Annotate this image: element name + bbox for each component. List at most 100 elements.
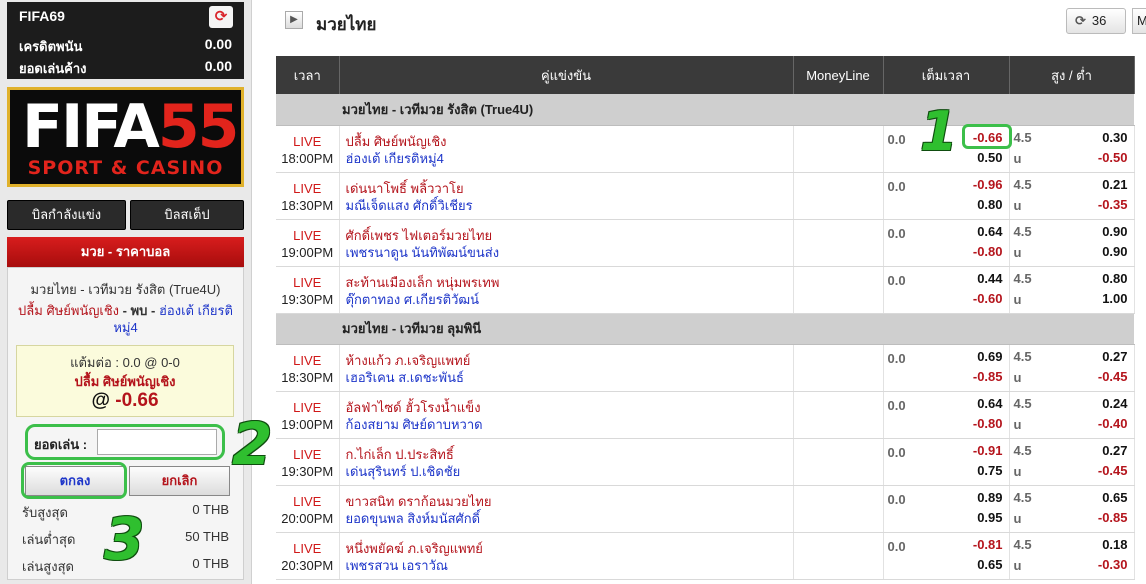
away-odds[interactable]: -0.80 bbox=[973, 244, 1003, 259]
home-fighter: เด่นนาโพธิ์ พลิ้ววาโย bbox=[345, 180, 464, 196]
live-status: LIVE bbox=[293, 399, 322, 415]
limit-label: รับสูงสุด bbox=[22, 505, 68, 520]
handicap-value: 0.0 bbox=[887, 538, 906, 554]
table-row: LIVE 19:30PM ก.ไก่เล็ก ป.ประสิทธิ์ เด่นสุริ… bbox=[276, 438, 1135, 486]
away-odds[interactable]: -0.60 bbox=[973, 291, 1003, 306]
home-odds[interactable]: -0.91 bbox=[973, 443, 1003, 458]
limit-label: เล่นสูงสุด bbox=[22, 559, 74, 574]
away-odds[interactable]: 0.95 bbox=[977, 510, 1002, 525]
under-odds[interactable]: -0.85 bbox=[1098, 510, 1128, 525]
ou-line: 4.5 bbox=[1013, 270, 1032, 286]
under-odds[interactable]: -0.50 bbox=[1098, 150, 1128, 165]
under-odds[interactable]: -0.30 bbox=[1098, 557, 1128, 572]
cancel-button[interactable]: ยกเลิก bbox=[129, 466, 230, 496]
fulltime-cell: 0.0 0.69 -0.85 bbox=[883, 344, 1010, 392]
home-odds[interactable]: 0.64 bbox=[977, 224, 1002, 239]
home-fighter: ห้างแก้ว ภ.เจริญแพทย์ bbox=[345, 352, 471, 368]
ou-under-label: u bbox=[1013, 510, 1022, 526]
chevron-right-icon[interactable]: ▶ bbox=[285, 11, 303, 29]
home-fighter: ปลื้ม ศิษย์พนัญเชิง bbox=[345, 133, 447, 149]
fulltime-cell: 0.0 -0.91 0.75 bbox=[883, 438, 1010, 486]
home-odds[interactable]: 0.44 bbox=[977, 271, 1002, 286]
home-odds[interactable]: 0.69 bbox=[977, 349, 1002, 364]
under-odds[interactable]: -0.45 bbox=[1098, 369, 1128, 384]
handicap-value: 0.0 bbox=[887, 491, 906, 507]
live-status: LIVE bbox=[293, 274, 322, 290]
under-odds[interactable]: 1.00 bbox=[1102, 291, 1127, 306]
table-row: LIVE 18:30PM ห้างแก้ว ภ.เจริญแพทย์ เฮอริเคน… bbox=[276, 344, 1135, 392]
table-row: LIVE 19:00PM ศักดิ์เพชร ไฟเตอร์มวยไทย เพชรน… bbox=[276, 219, 1135, 267]
under-odds[interactable]: -0.35 bbox=[1098, 197, 1128, 212]
ou-line: 4.5 bbox=[1013, 223, 1032, 239]
match-time: 18:30PM bbox=[281, 369, 334, 385]
over-odds[interactable]: 0.65 bbox=[1102, 490, 1127, 505]
home-odds[interactable]: 0.89 bbox=[977, 490, 1002, 505]
outstanding-value: 0.00 bbox=[204, 58, 232, 74]
away-odds[interactable]: 0.75 bbox=[977, 463, 1002, 478]
under-odds[interactable]: -0.40 bbox=[1098, 416, 1128, 431]
ou-under-label: u bbox=[1013, 244, 1022, 260]
brand-logo: FIFA55 SPORT & CASINO bbox=[7, 87, 244, 187]
live-status: LIVE bbox=[293, 227, 322, 243]
match-teams-cell: อัลฟ่าไซด์ ฮั้วโรงน้ำแข็ง ก้องสยาม ศิษย์ด… bbox=[339, 391, 794, 439]
live-status: LIVE bbox=[293, 133, 322, 149]
bet-slip-match: ปลื้ม ศิษย์พนัญเชิง - พบ - ฮ่องเต้ เกียร… bbox=[16, 302, 235, 336]
fulltime-cell: 0.0 0.89 0.95 bbox=[883, 485, 1010, 533]
match-time: 19:30PM bbox=[281, 291, 334, 307]
refresh-odds-button[interactable]: ⟳ 36 bbox=[1066, 8, 1126, 34]
over-odds[interactable]: 0.27 bbox=[1102, 443, 1127, 458]
away-odds[interactable]: 0.50 bbox=[977, 150, 1002, 165]
moneyline-cell bbox=[793, 219, 884, 267]
refresh-icon: ⟳ bbox=[1075, 13, 1086, 28]
over-odds[interactable]: 0.80 bbox=[1102, 271, 1127, 286]
under-odds[interactable]: 0.90 bbox=[1102, 244, 1127, 259]
col-fulltime: เต็มเวลา bbox=[883, 56, 1010, 94]
logo-tagline: SPORT & CASINO bbox=[20, 156, 231, 180]
ou-under-label: u bbox=[1013, 197, 1022, 213]
over-under-cell: 4.5 u 0.21 -0.35 bbox=[1009, 172, 1135, 220]
under-odds[interactable]: -0.45 bbox=[1098, 463, 1128, 478]
ou-under-label: u bbox=[1013, 369, 1022, 385]
over-odds[interactable]: 0.90 bbox=[1102, 224, 1127, 239]
over-odds[interactable]: 0.21 bbox=[1102, 177, 1127, 192]
running-bets-button[interactable]: บิลกำลังแข่ง bbox=[7, 200, 126, 230]
over-odds[interactable]: 0.18 bbox=[1102, 537, 1127, 552]
home-odds[interactable]: -0.81 bbox=[973, 537, 1003, 552]
over-odds[interactable]: 0.24 bbox=[1102, 396, 1127, 411]
account-panel: FIFA69 ⟳ เครดิตพนัน 0.00 ยอดเล่นค้าง 0.0… bbox=[7, 2, 244, 79]
match-teams-cell: ปลื้ม ศิษย์พนัญเชิง ฮ่องเต้ เกียรติหมู่4 bbox=[339, 125, 794, 173]
username: FIFA69 bbox=[19, 8, 65, 24]
fulltime-cell: 0.0 0.44 -0.60 bbox=[883, 266, 1010, 314]
selected-price: -0.66 bbox=[115, 390, 159, 411]
over-under-cell: 4.5 u 0.18 -0.30 bbox=[1009, 532, 1135, 580]
fulltime-cell: 0.0 -0.96 0.80 bbox=[883, 172, 1010, 220]
more-button[interactable]: M bbox=[1132, 8, 1146, 34]
over-odds[interactable]: 0.27 bbox=[1102, 349, 1127, 364]
col-match: คู่แข่งขัน bbox=[339, 56, 794, 94]
limit-value: 0 THB bbox=[192, 556, 229, 571]
highlight-odds bbox=[962, 124, 1012, 149]
home-odds[interactable]: -0.96 bbox=[973, 177, 1003, 192]
refresh-count: 36 bbox=[1091, 13, 1107, 28]
home-odds[interactable]: 0.64 bbox=[977, 396, 1002, 411]
fulltime-cell: 0.0 -0.81 0.65 bbox=[883, 532, 1010, 580]
live-status: LIVE bbox=[293, 540, 322, 556]
home-fighter: ขาวสนิท ดราก้อนมวยไทย bbox=[345, 493, 492, 509]
refresh-balance-icon[interactable]: ⟳ bbox=[209, 6, 233, 28]
away-odds[interactable]: -0.85 bbox=[973, 369, 1003, 384]
ou-under-label: u bbox=[1013, 463, 1022, 479]
logo-text-55: 55 bbox=[157, 92, 239, 162]
step-bets-button[interactable]: บิลสเต็ป bbox=[130, 200, 244, 230]
ou-line: 4.5 bbox=[1013, 395, 1032, 411]
away-odds[interactable]: 0.80 bbox=[977, 197, 1002, 212]
away-odds[interactable]: 0.65 bbox=[977, 557, 1002, 572]
away-fighter: มณีเจ็ดแสง ศักดิ์วิเชียร bbox=[345, 197, 473, 213]
handicap-value: 0.0 bbox=[887, 225, 906, 241]
home-fighter: ศักดิ์เพชร ไฟเตอร์มวยไทย bbox=[345, 227, 493, 243]
moneyline-cell bbox=[793, 172, 884, 220]
away-odds[interactable]: -0.80 bbox=[973, 416, 1003, 431]
col-over-under: สูง / ต่ำ bbox=[1009, 56, 1135, 94]
away-fighter: ก้องสยาม ศิษย์ดาบหวาด bbox=[345, 416, 483, 432]
over-odds[interactable]: 0.30 bbox=[1102, 130, 1127, 145]
table-header-row: เวลา คู่แข่งขัน MoneyLine เต็มเวลา สูง /… bbox=[276, 56, 1135, 94]
